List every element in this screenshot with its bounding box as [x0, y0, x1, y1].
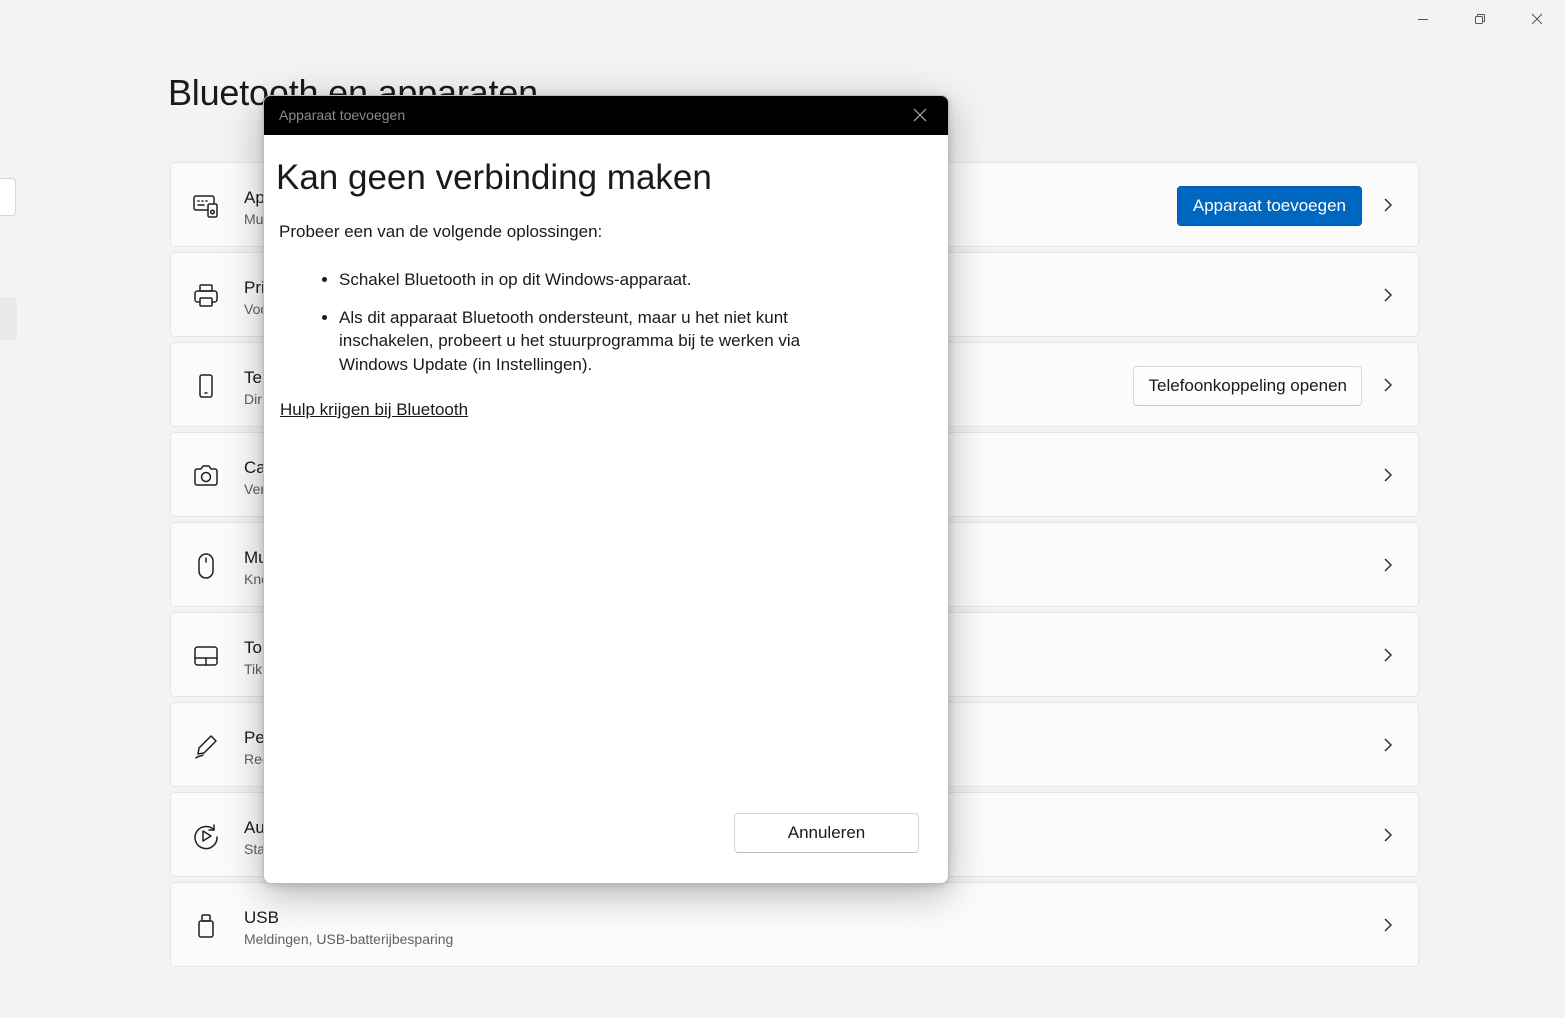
minimize-icon — [1417, 19, 1428, 20]
nav-search-box[interactable] — [0, 178, 16, 216]
card-title: USB — [244, 908, 279, 927]
solutions-list: Schakel Bluetooth in op dit Windows-appa… — [320, 268, 859, 390]
dialog-close-button[interactable] — [912, 107, 928, 123]
dialog-titlebar: Apparaat toevoegen — [264, 96, 948, 135]
card-subtitle: Tik — [244, 661, 263, 677]
printer-icon — [191, 281, 221, 311]
pen-icon — [191, 731, 221, 761]
list-item: Als dit apparaat Bluetooth ondersteunt, … — [339, 306, 859, 377]
dialog-window-title: Apparaat toevoegen — [279, 107, 406, 123]
cancel-button[interactable]: Annuleren — [734, 813, 919, 853]
chevron-right-icon — [1378, 735, 1398, 755]
card-subtitle: Sta — [244, 841, 266, 857]
close-window-button[interactable] — [1508, 0, 1565, 38]
card-title: Pri — [244, 278, 265, 297]
card-subtitle: Dir — [244, 391, 262, 407]
camera-icon — [191, 461, 221, 491]
list-item: Schakel Bluetooth in op dit Windows-appa… — [339, 268, 859, 292]
bluetooth-help-link[interactable]: Hulp krijgen bij Bluetooth — [280, 400, 468, 420]
chevron-right-icon — [1378, 285, 1398, 305]
card-title: Pe — [244, 728, 265, 747]
touchpad-icon — [191, 641, 221, 671]
chevron-right-icon — [1378, 555, 1398, 575]
phone-icon — [191, 371, 221, 401]
chevron-right-icon — [1378, 195, 1398, 215]
restore-button[interactable] — [1451, 0, 1508, 38]
card-title: Ap — [244, 188, 265, 207]
close-icon — [1531, 13, 1542, 25]
open-phone-link-button[interactable]: Telefoonkoppeling openen — [1133, 366, 1362, 406]
chevron-right-icon — [1378, 915, 1398, 935]
chevron-right-icon — [1378, 465, 1398, 485]
card-title: Au — [244, 818, 265, 837]
mouse-icon — [191, 551, 221, 581]
chevron-right-icon — [1378, 375, 1398, 395]
minimize-button[interactable] — [1394, 0, 1451, 38]
chevron-right-icon — [1378, 645, 1398, 665]
card-title: To — [244, 638, 262, 657]
close-icon — [913, 108, 927, 122]
usb-icon — [191, 911, 221, 941]
restore-icon — [1474, 14, 1485, 24]
window-controls — [1394, 0, 1565, 38]
add-device-button[interactable]: Apparaat toevoegen — [1176, 186, 1362, 226]
card-usb[interactable]: USB Meldingen, USB-batterijbesparing — [170, 882, 1419, 967]
card-subtitle: Meldingen, USB-batterijbesparing — [244, 931, 454, 947]
autoplay-icon — [191, 821, 221, 851]
nav-selected-item[interactable] — [0, 297, 17, 340]
card-subtitle: Ver — [244, 481, 266, 497]
card-subtitle: Mu — [244, 211, 264, 227]
dialog-intro: Probeer een van de volgende oplossingen: — [279, 222, 603, 241]
devices-icon — [191, 191, 221, 221]
chevron-right-icon — [1378, 825, 1398, 845]
add-device-dialog: Apparaat toevoegen Kan geen verbinding m… — [263, 95, 949, 884]
dialog-heading: Kan geen verbinding maken — [276, 158, 712, 197]
